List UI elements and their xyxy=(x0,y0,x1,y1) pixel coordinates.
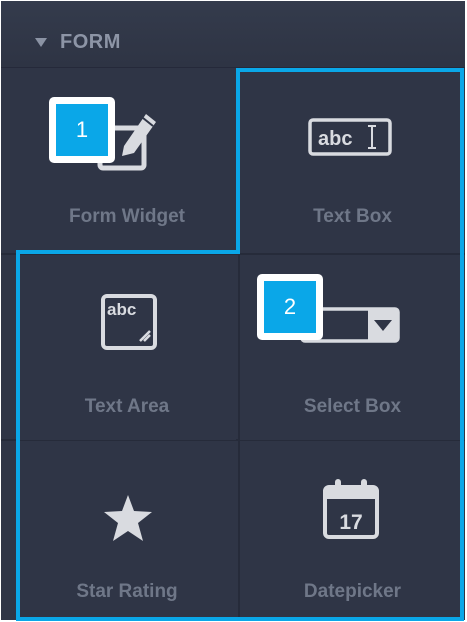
tile-label: Select Box xyxy=(303,396,402,417)
tile-label: Text Box xyxy=(313,206,392,227)
callout-number: 2 xyxy=(264,281,316,333)
tile-star-rating[interactable]: Star Rating xyxy=(18,441,236,620)
tile-label: Form Widget xyxy=(69,206,185,227)
tile-label: Text Area xyxy=(84,396,170,417)
form-section-header[interactable]: FORM xyxy=(1,1,465,68)
form-panel: FORM Form Widget abc Text Box abc Text A… xyxy=(1,1,465,620)
text-box-icon: abc xyxy=(308,118,392,156)
tile-text-area[interactable]: abc Text Area xyxy=(18,255,236,440)
text-area-glyph: abc xyxy=(107,300,136,319)
callout-badge-2: 2 xyxy=(257,274,323,340)
collapse-triangle-icon[interactable] xyxy=(35,38,47,47)
calendar-day: 17 xyxy=(339,511,362,534)
calendar-icon: 17 xyxy=(323,479,379,539)
star-icon xyxy=(104,495,152,541)
callout-badge-1: 1 xyxy=(49,97,115,163)
tile-label: Star Rating xyxy=(76,581,178,602)
callout-number: 1 xyxy=(56,104,108,156)
tile-label: Datepicker xyxy=(303,581,402,602)
text-area-icon: abc xyxy=(101,294,157,350)
text-box-glyph: abc xyxy=(318,128,352,150)
section-title: FORM xyxy=(60,31,121,53)
tile-text-box[interactable]: abc Text Box xyxy=(240,68,465,253)
tile-datepicker[interactable]: 17 Datepicker xyxy=(240,441,465,620)
